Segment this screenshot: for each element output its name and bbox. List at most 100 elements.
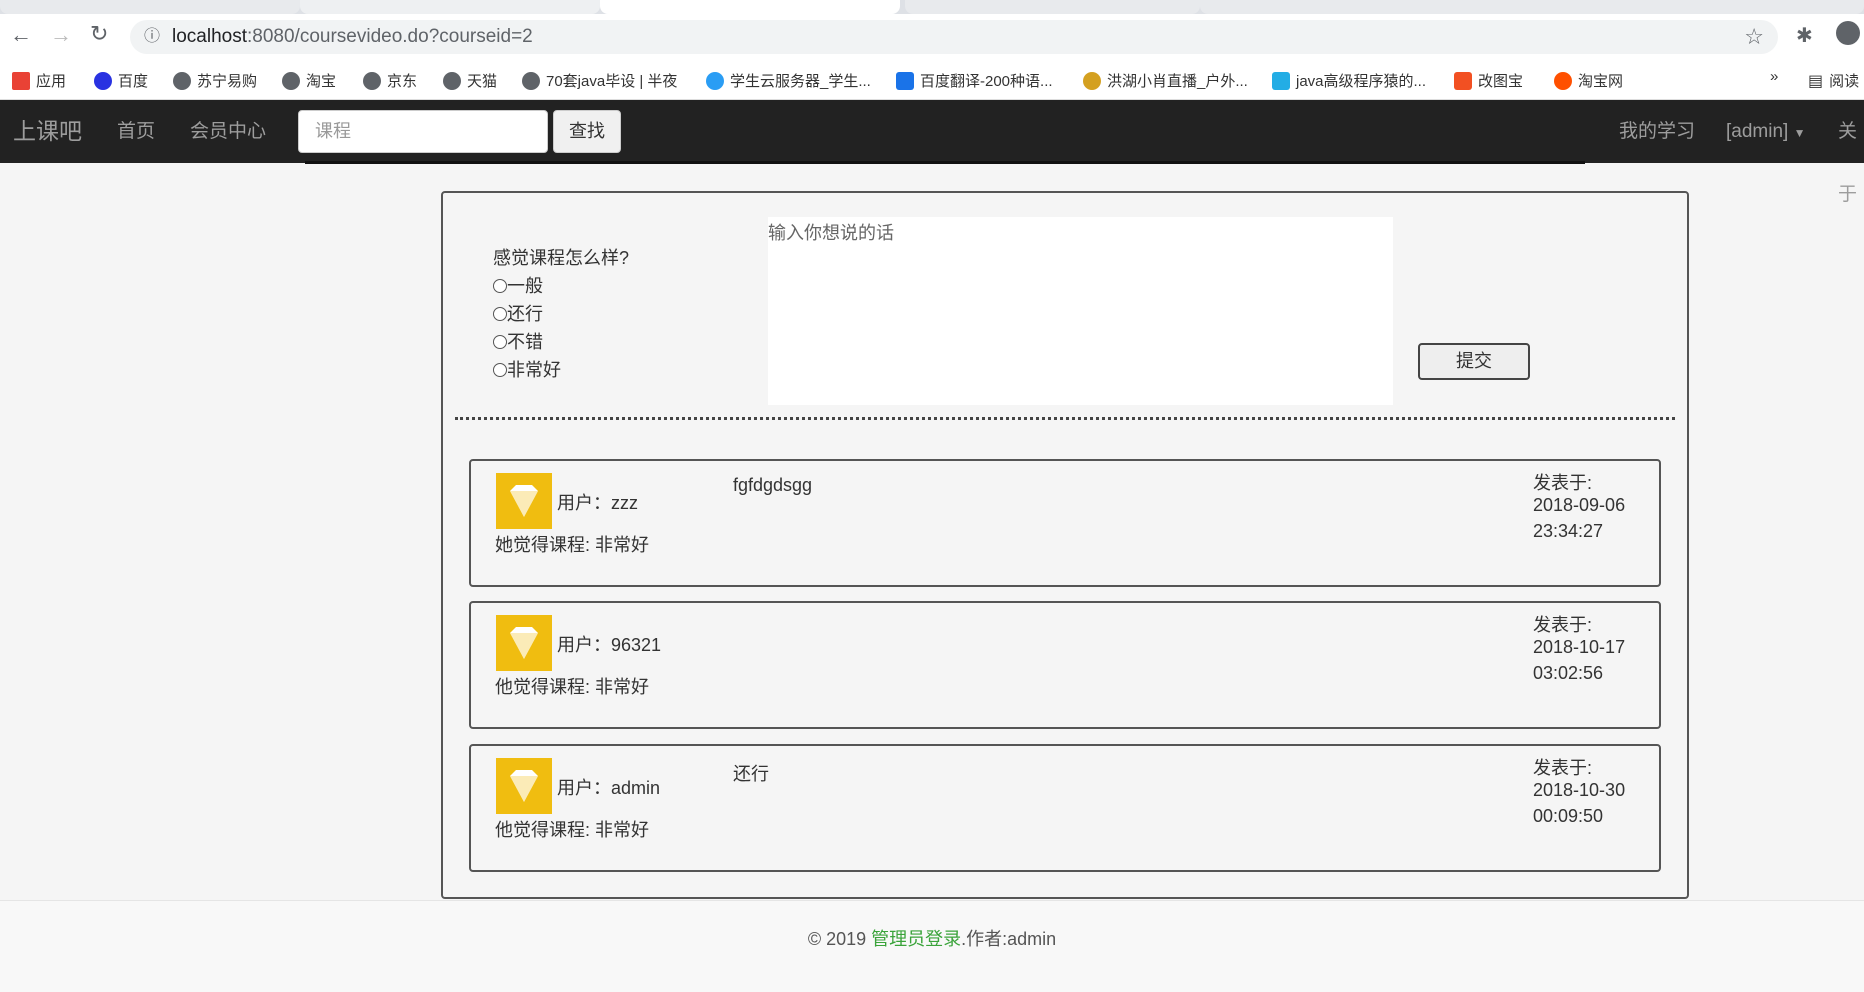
browser-tab-strip bbox=[0, 0, 1864, 14]
address-bar[interactable]: ⓘ localhost:8080/coursevideo.do?courseid… bbox=[130, 20, 1778, 54]
bookmark-item[interactable]: 京东 bbox=[363, 70, 417, 91]
reading-list-icon: ▤ bbox=[1808, 72, 1824, 90]
comment-content: 还行 bbox=[733, 764, 769, 784]
diamond-avatar-icon bbox=[496, 615, 552, 671]
bookmark-label: 淘宝网 bbox=[1578, 73, 1624, 90]
extensions-icon[interactable]: ✱ bbox=[1796, 23, 1813, 48]
diamond-avatar-icon bbox=[496, 473, 552, 529]
option-label: 还行 bbox=[507, 304, 543, 324]
globe-icon bbox=[522, 71, 540, 90]
bookmark-item[interactable]: 天猫 bbox=[443, 70, 497, 91]
bookmark-label: 百度翻译-200种语... bbox=[920, 73, 1053, 90]
bookmark-label: 洪湖小肖直播_户外... bbox=[1107, 73, 1248, 90]
user-dropdown[interactable]: [admin] ▼ bbox=[1726, 100, 1805, 165]
search-input[interactable]: 课程 bbox=[298, 110, 548, 153]
bookmark-item[interactable]: 淘宝 bbox=[282, 70, 336, 91]
comment-card: 用户：admin 他觉得课程: 非常好 还行 发表于: 2018-10-30 0… bbox=[469, 744, 1661, 872]
posted-label: 发表于: bbox=[1533, 473, 1593, 493]
profile-avatar-icon[interactable] bbox=[1836, 21, 1860, 45]
radio-button[interactable] bbox=[493, 335, 507, 349]
posted-time: 00:09:50 bbox=[1533, 806, 1604, 826]
taobao-icon bbox=[1554, 71, 1572, 90]
nav-about[interactable]: 关于 bbox=[1838, 100, 1864, 226]
author-text: .作者:admin bbox=[961, 929, 1057, 949]
rating-option[interactable]: 不错 bbox=[493, 328, 543, 354]
comment-user: 用户：admin bbox=[557, 778, 661, 798]
browser-tab[interactable] bbox=[0, 0, 300, 14]
bookmark-item[interactable]: 学生云服务器_学生... bbox=[706, 70, 871, 91]
bookmark-label: 百度 bbox=[118, 73, 149, 90]
globe-icon bbox=[173, 71, 191, 90]
bookmark-label: 改图宝 bbox=[1478, 73, 1524, 90]
copyright: © 2019 bbox=[807, 929, 872, 949]
bookmark-item[interactable]: 改图宝 bbox=[1454, 70, 1523, 91]
browser-toolbar: ← → ↻ ⓘ localhost:8080/coursevideo.do?co… bbox=[0, 14, 1864, 60]
navbar: 上课吧 首页 会员中心 课程 查找 我的学习 [admin] ▼ 关于 bbox=[0, 100, 1864, 205]
reload-icon[interactable]: ↻ bbox=[90, 21, 108, 47]
rating-option[interactable]: 还行 bbox=[493, 300, 543, 326]
globe-icon bbox=[363, 71, 381, 90]
bookmark-label: 京东 bbox=[387, 73, 418, 90]
live-icon bbox=[1083, 71, 1101, 90]
submit-button[interactable]: 提交 bbox=[1418, 343, 1530, 380]
back-icon[interactable]: ← bbox=[10, 22, 32, 48]
search-button[interactable]: 查找 bbox=[553, 110, 621, 153]
nav-my-study[interactable]: 我的学习 bbox=[1619, 100, 1695, 163]
comment-user: 用户：96321 bbox=[557, 635, 662, 655]
diamond-avatar-icon bbox=[496, 758, 552, 814]
comment-rating: 他觉得课程: 非常好 bbox=[495, 677, 650, 697]
bookmark-item[interactable]: 淘宝网 bbox=[1554, 70, 1623, 91]
browser-tab-active[interactable] bbox=[600, 0, 900, 14]
bookmark-star-icon[interactable]: ☆ bbox=[1744, 20, 1764, 54]
bookmark-item[interactable]: java高级程序猿的... bbox=[1272, 70, 1426, 91]
bookmark-label: 学生云服务器_学生... bbox=[730, 73, 871, 90]
bookmark-item[interactable]: 洪湖小肖直播_户外... bbox=[1083, 70, 1248, 91]
comment-card: 用户：96321 他觉得课程: 非常好 发表于: 2018-10-17 03:0… bbox=[469, 601, 1661, 729]
textarea-placeholder: 输入你想说的话 bbox=[768, 223, 894, 243]
option-label: 不错 bbox=[507, 332, 543, 352]
posted-date: 2018-09-06 bbox=[1533, 495, 1626, 515]
browser-tab[interactable] bbox=[1200, 0, 1864, 14]
comment-textarea[interactable]: 输入你想说的话 bbox=[768, 217, 1393, 405]
posted-time: 03:02:56 bbox=[1533, 663, 1604, 683]
reading-list-label: 阅读 bbox=[1829, 73, 1860, 90]
reading-list[interactable]: ▤ 阅读 bbox=[1808, 70, 1859, 91]
bookmark-label: 应用 bbox=[36, 73, 67, 90]
rating-option[interactable]: 非常好 bbox=[493, 356, 561, 382]
search-placeholder: 课程 bbox=[315, 121, 351, 141]
footer: © 2019 管理员登录.作者:admin bbox=[0, 900, 1864, 992]
radio-button[interactable] bbox=[493, 363, 507, 377]
dotted-divider bbox=[455, 417, 1675, 420]
info-icon[interactable]: ⓘ bbox=[144, 20, 160, 54]
option-label: 一般 bbox=[507, 276, 543, 296]
bookmark-label: 70套java毕设 | 半夜 bbox=[546, 73, 678, 90]
nav-home[interactable]: 首页 bbox=[117, 100, 155, 163]
bookmarks-overflow[interactable]: » bbox=[1770, 68, 1778, 85]
url-host: localhost bbox=[172, 26, 247, 47]
bookmark-item[interactable]: 百度 bbox=[94, 70, 148, 91]
comment-rating: 他觉得课程: 非常好 bbox=[495, 820, 650, 840]
brand-link[interactable]: 上课吧 bbox=[13, 100, 82, 163]
nav-member-center[interactable]: 会员中心 bbox=[190, 100, 266, 163]
bookmark-label: 苏宁易购 bbox=[197, 73, 258, 90]
posted-label: 发表于: bbox=[1533, 615, 1593, 635]
user-label: [admin] bbox=[1726, 121, 1789, 142]
apps-grid-icon bbox=[12, 71, 30, 90]
navbar-underline bbox=[305, 161, 1585, 164]
rating-question: 感觉课程怎么样? bbox=[493, 248, 630, 268]
radio-button[interactable] bbox=[493, 279, 507, 293]
admin-login-link[interactable]: 管理员登录 bbox=[871, 929, 961, 949]
baidu-icon bbox=[94, 71, 112, 90]
bookmark-item[interactable]: 百度翻译-200种语... bbox=[896, 70, 1053, 91]
bookmarks-bar: 应用 百度 苏宁易购 淘宝 京东 天猫 70套java毕设 | 半夜 学生云服务… bbox=[0, 60, 1864, 100]
bookmark-item[interactable]: 70套java毕设 | 半夜 bbox=[522, 70, 677, 91]
bookmark-apps[interactable]: 应用 bbox=[12, 70, 66, 91]
posted-label: 发表于: bbox=[1533, 758, 1593, 778]
bookmark-item[interactable]: 苏宁易购 bbox=[173, 70, 257, 91]
radio-button[interactable] bbox=[493, 307, 507, 321]
bookmark-label: 淘宝 bbox=[306, 73, 337, 90]
browser-tab[interactable] bbox=[905, 0, 1200, 14]
forward-icon[interactable]: → bbox=[50, 22, 72, 48]
rating-option[interactable]: 一般 bbox=[493, 272, 543, 298]
browser-tab[interactable] bbox=[300, 0, 600, 14]
